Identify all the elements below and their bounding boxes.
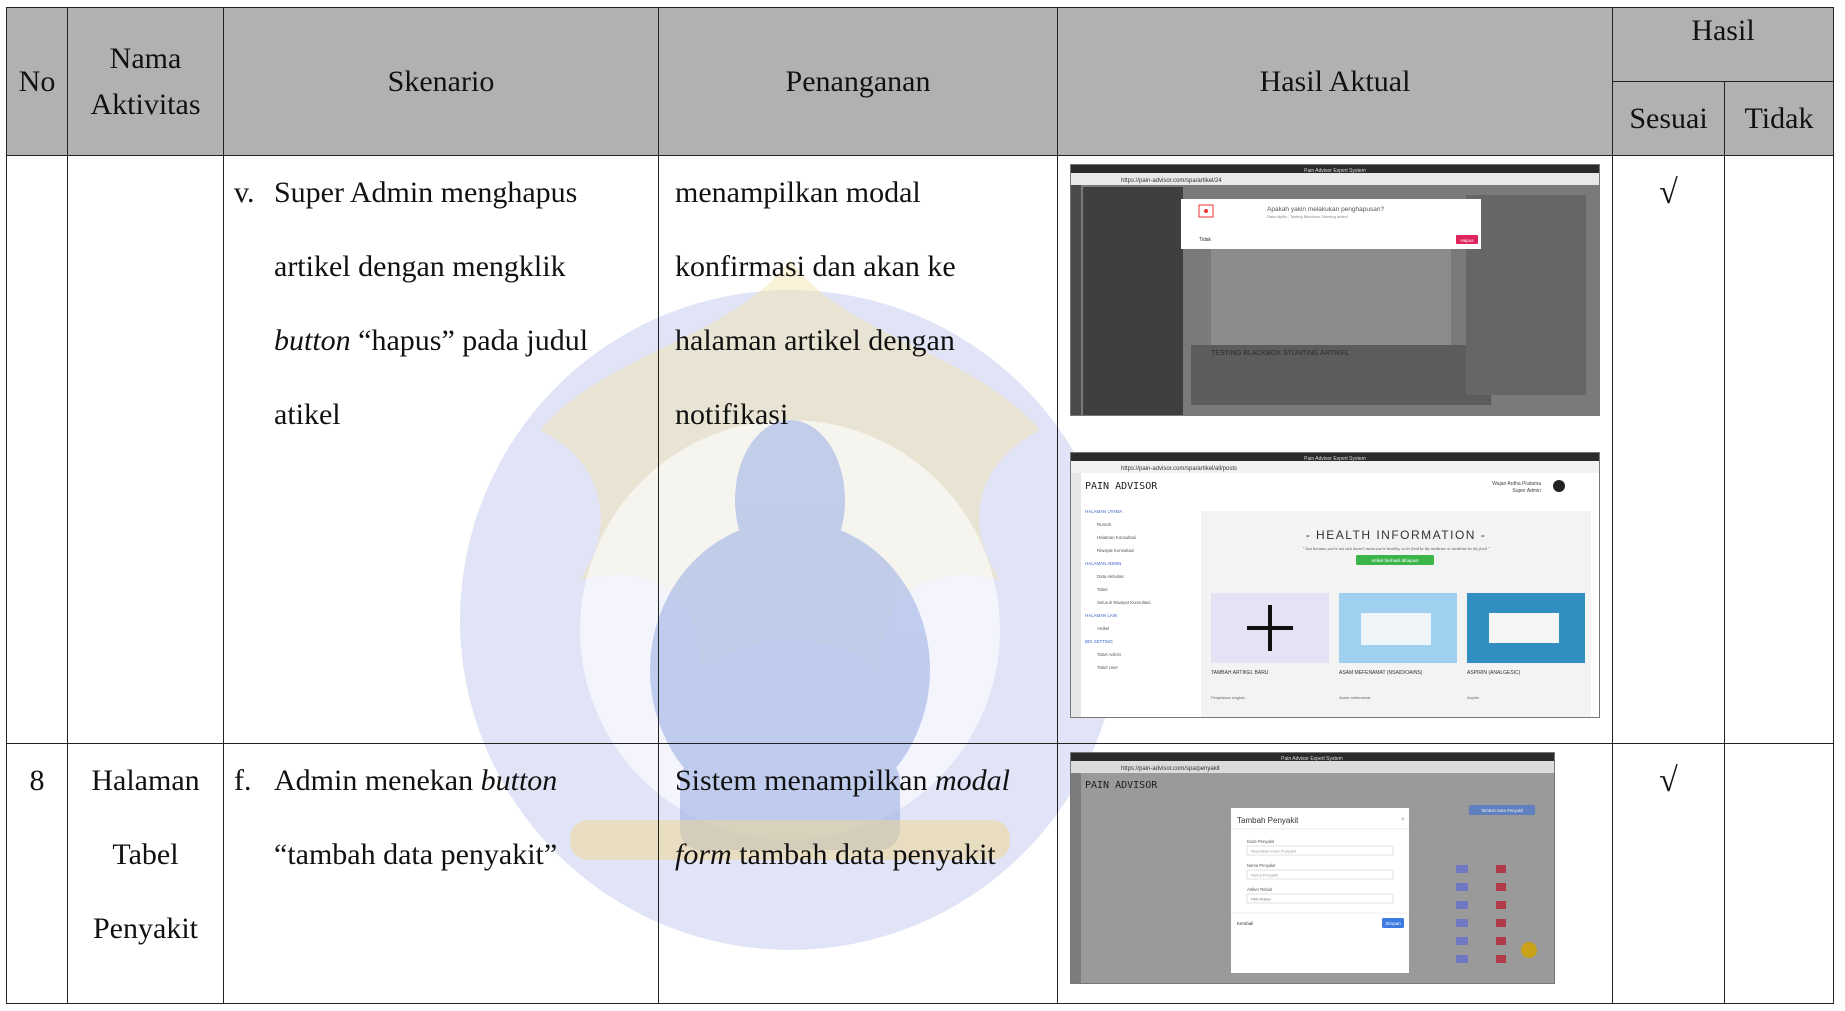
field-label: Artikel Terkait xyxy=(1247,887,1273,892)
card-title: ASAM MEFENAMAT (NSAID/OAINS) xyxy=(1339,670,1423,676)
url-text: https://pain-advisor.com/spa/artikel/all… xyxy=(1121,466,1237,472)
row-hasil-aktual: Pain Advisor Expert System https://pain-… xyxy=(1057,743,1613,1004)
aktivitas-line: Penyakit xyxy=(93,912,198,945)
cancel-button: Tidak xyxy=(1199,237,1212,243)
app-logo: PAIN ADVISOR xyxy=(1085,481,1158,492)
test-result-table: No Nama Aktivitas Skenario Penanganan Ha… xyxy=(6,7,1834,1004)
table-row: 8 Halaman Tabel Penyakit f. Admin meneka… xyxy=(6,743,1834,1004)
save-button: Simpan xyxy=(1385,921,1401,926)
sidebar-item: Tabel xyxy=(1097,587,1108,592)
header-hasil-aktual: Hasil Aktual xyxy=(1057,7,1613,156)
penanganan-line: Sistem menampilkan modal xyxy=(675,764,1010,797)
back-button: Kembali xyxy=(1237,921,1253,926)
aktivitas-line: Halaman xyxy=(91,764,200,797)
header-penanganan: Penanganan xyxy=(658,7,1058,156)
app-logo: PAIN ADVISOR xyxy=(1085,780,1158,791)
row-tidak xyxy=(1724,155,1834,744)
row-tidak xyxy=(1724,743,1834,1004)
field-label: Kode Penyakit xyxy=(1247,839,1275,844)
modal-tambah-penyakit-screenshot: Pain Advisor Expert System https://pain-… xyxy=(1070,752,1555,984)
header-tidak: Tidak xyxy=(1724,81,1834,156)
sidebar-item: Halaman Konsultasi xyxy=(1097,535,1136,540)
halaman-artikel-screenshot: Pain Advisor Expert System https://pain-… xyxy=(1070,452,1600,718)
sidebar-item: HALAMAN LAIN xyxy=(1085,613,1117,618)
scenario-line: Super Admin menghapus xyxy=(274,176,578,209)
scenario-line: button “hapus” pada judul xyxy=(274,324,589,357)
sidebar-item: Rumah xyxy=(1097,522,1112,527)
penanganan-line: halaman artikel dengan xyxy=(675,324,955,357)
field-placeholder: Masukkan Kode Penyakit xyxy=(1251,849,1297,854)
url-text: https://pain-advisor.com/spa/penyakit xyxy=(1121,766,1220,772)
header-sesuai: Sesuai xyxy=(1612,81,1725,156)
row-penanganan: Sistem menampilkan modal form tambah dat… xyxy=(658,743,1058,1004)
url-text: https://pain-advisor.com/spa/artikel/24 xyxy=(1121,178,1222,184)
scenario-line: atikel xyxy=(274,398,341,431)
confirm-button: Hapus xyxy=(1460,238,1474,243)
row-aktivitas: Halaman Tabel Penyakit xyxy=(67,743,224,1004)
header-aktivitas-line1: Nama xyxy=(109,41,182,75)
health-info-heading: - HEALTH INFORMATION - xyxy=(1306,528,1487,542)
header-skenario: Skenario xyxy=(223,7,659,156)
penanganan-line: konfirmasi dan akan ke xyxy=(675,250,956,283)
penanganan-line: menampilkan modal xyxy=(675,176,921,209)
scenario-marker: v. xyxy=(234,176,255,209)
card-title: ASPIRIN (ANALGESIC) xyxy=(1467,670,1521,676)
user-role: Super Admin xyxy=(1512,488,1541,494)
sidebar-item: Tabel User xyxy=(1097,665,1119,670)
row-no: 8 xyxy=(6,743,68,1004)
row-skenario: f. Admin menekan button “tambah data pen… xyxy=(223,743,659,1004)
add-penyakit-button: Tambah Data Penyakit xyxy=(1481,808,1524,813)
user-name: Wajan Ardha Pratama xyxy=(1492,481,1541,487)
modal-subtitle: Data dipilih : Testing Blackbox Stunting… xyxy=(1267,214,1348,219)
row-sesuai-check: √ xyxy=(1612,743,1725,1004)
header-nama-aktivitas: Nama Aktivitas xyxy=(67,7,224,156)
field-placeholder: Nama Penyakit xyxy=(1251,873,1279,878)
card-text: Aspirin xyxy=(1467,695,1479,700)
aktivitas-line: Tabel xyxy=(112,838,179,871)
sidebar-item: Riwayat Konsultasi xyxy=(1097,548,1134,553)
field-label: Nama Penyakit xyxy=(1247,863,1276,868)
sidebar-item: HALAMAN ADMIN xyxy=(1085,561,1121,566)
penanganan-line: form tambah data penyakit xyxy=(675,838,996,871)
card-title: TAMBAH ARTIKEL BARU xyxy=(1211,670,1269,676)
scenario-line: “tambah data penyakit” xyxy=(274,838,558,871)
header-hasil: Hasil xyxy=(1612,7,1834,82)
field-placeholder: Pilih Artikel xyxy=(1251,897,1271,902)
row-skenario: v. Super Admin menghapus artikel dengan … xyxy=(223,155,659,744)
modal-title: Apakah yakin melakukan penghapusan? xyxy=(1267,206,1384,213)
header-no: No xyxy=(6,7,68,156)
scenario-marker: f. xyxy=(234,764,252,797)
sidebar-item: Artikel xyxy=(1097,626,1109,631)
close-icon: × xyxy=(1401,817,1405,823)
card-text: Asam mefenamat xyxy=(1339,695,1371,700)
scenario-line: Admin menekan button xyxy=(274,764,558,797)
sidebar-item: Tabel Admin xyxy=(1097,652,1121,657)
header-aktivitas-line2: Aktivitas xyxy=(90,87,201,121)
row-no xyxy=(6,155,68,744)
sidebar-item: HALAMAN UTAMA xyxy=(1085,509,1123,514)
sidebar-item: BIG SETTING xyxy=(1085,639,1113,644)
penanganan-line: notifikasi xyxy=(675,398,789,431)
row-sesuai-check: √ xyxy=(1612,155,1725,744)
sidebar-item: Seluruh Riwayat Konsultasi xyxy=(1097,600,1150,605)
scenario-line: artikel dengan mengklik xyxy=(274,250,566,283)
row-aktivitas xyxy=(67,155,224,744)
sidebar-item: Data Aktivitas xyxy=(1097,574,1124,579)
row-penanganan: menampilkan modal konfirmasi dan akan ke… xyxy=(658,155,1058,744)
modal-title: Tambah Penyakit xyxy=(1237,816,1299,825)
table-row: v. Super Admin menghapus artikel dengan … xyxy=(6,155,1834,744)
card-text: Penjelasan singkat xyxy=(1211,695,1245,700)
row-hasil-aktual: Pain Advisor Expert System https://pain-… xyxy=(1057,155,1613,744)
article-title: TESTING BLACKBOX STUNTING ARTIKEL xyxy=(1211,350,1349,357)
success-alert: artikel berhasil dihapus! xyxy=(1371,558,1418,563)
modal-konfirmasi-hapus-screenshot: Pain Advisor Expert System https://pain-… xyxy=(1070,164,1600,416)
